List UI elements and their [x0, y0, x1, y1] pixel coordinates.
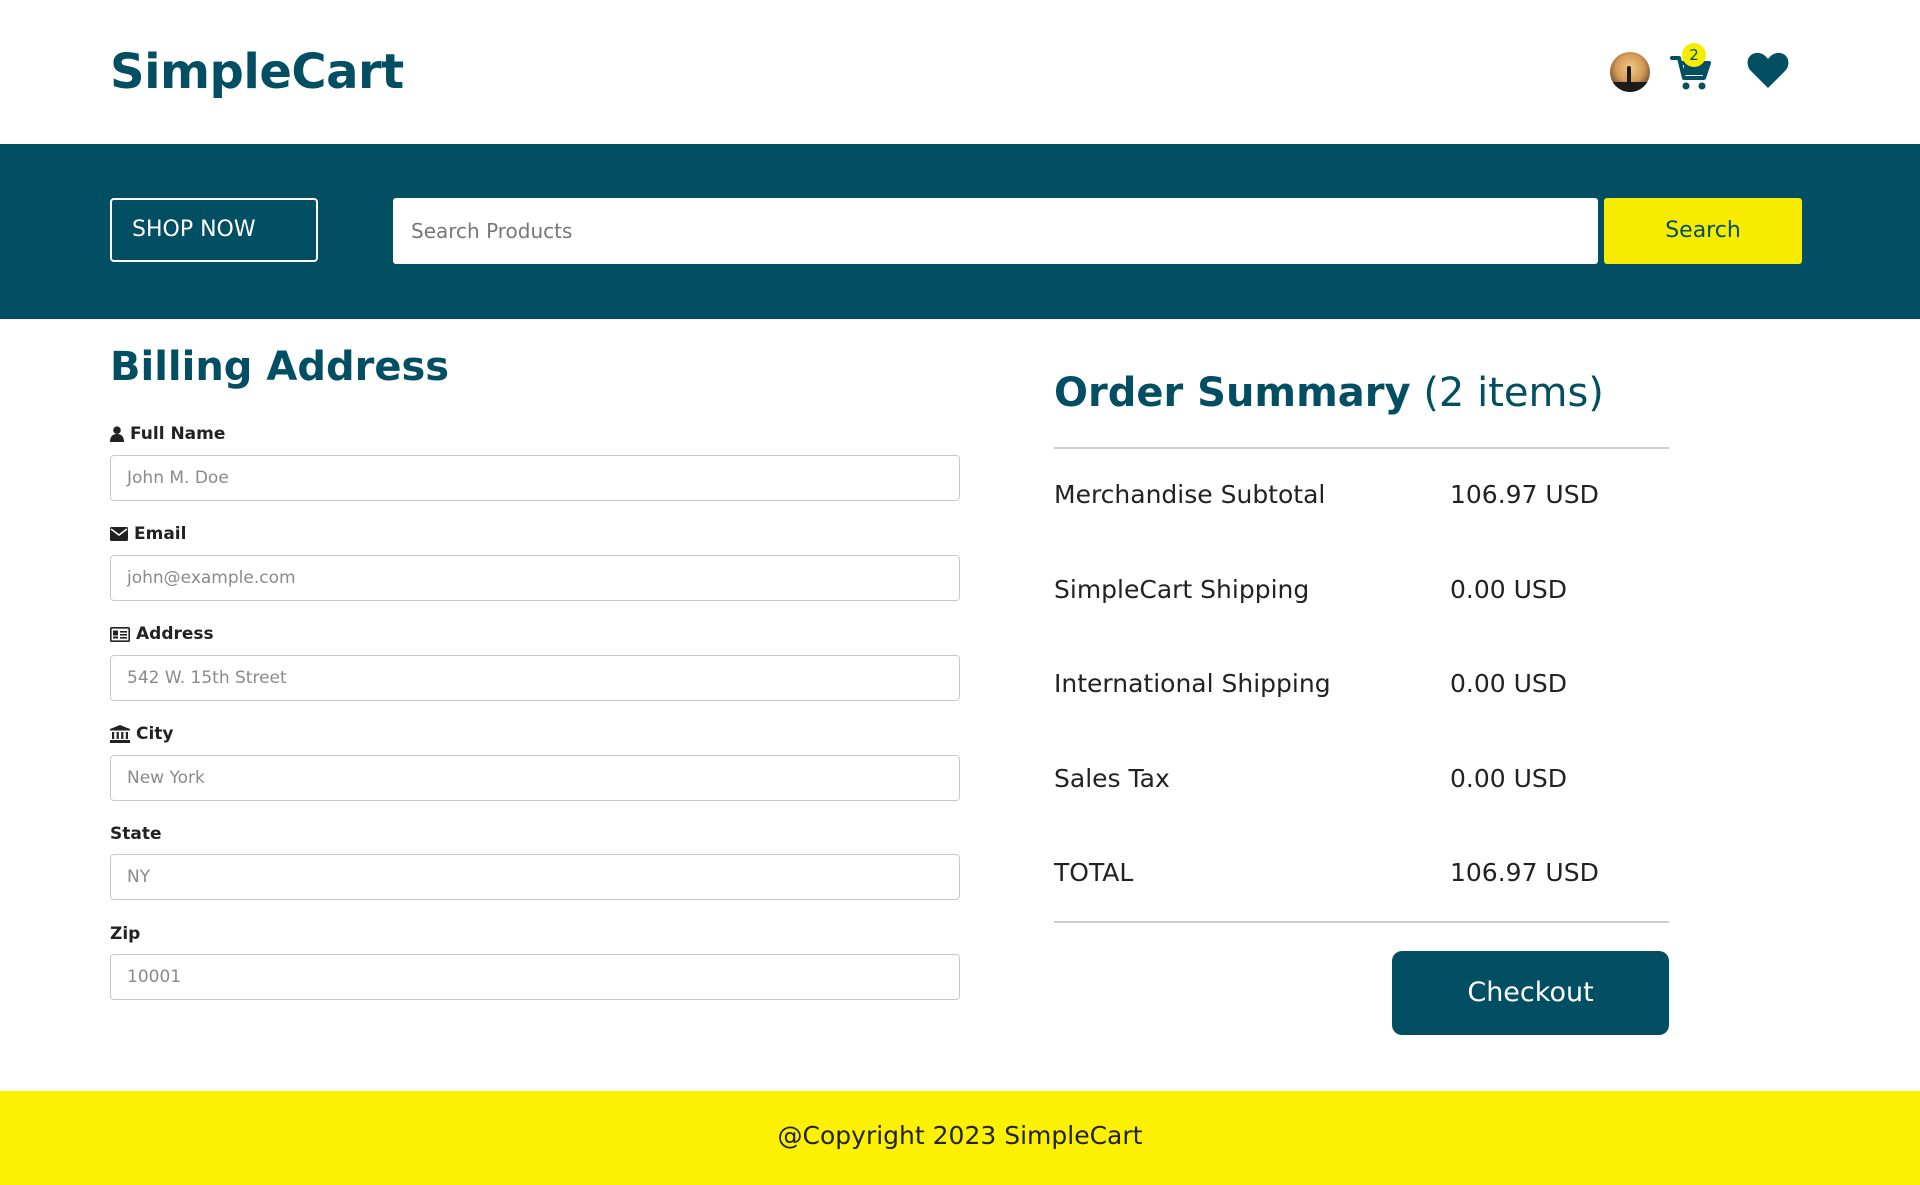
footer-copyright: @Copyright 2023 SimpleCart [777, 1121, 1143, 1150]
address-label: Address [110, 623, 214, 645]
sales-tax-value: 0.00 USD [1450, 764, 1568, 793]
total-label: TOTAL [1054, 858, 1134, 887]
total-value: 106.97 USD [1450, 858, 1599, 887]
sales-tax-label: Sales Tax [1054, 764, 1170, 793]
institution-icon [110, 725, 130, 743]
address-label-text: Address [136, 624, 214, 644]
site-logo[interactable]: SimpleCart [110, 44, 404, 100]
billing-title: Billing Address [110, 344, 450, 390]
simplecart-shipping-label: SimpleCart Shipping [1054, 575, 1310, 604]
checkout-button[interactable]: Checkout [1392, 951, 1669, 1035]
zip-input[interactable]: 10001 [110, 954, 960, 1000]
state-input[interactable]: NY [110, 854, 960, 900]
user-icon [110, 426, 124, 442]
international-shipping-value: 0.00 USD [1450, 669, 1568, 698]
full-name-input[interactable]: John M. Doe [110, 455, 960, 501]
cart-count-badge: 2 [1682, 43, 1706, 67]
summary-divider-top [1054, 447, 1669, 449]
user-avatar[interactable] [1610, 52, 1650, 92]
state-label: State [110, 823, 162, 845]
city-label: City [110, 723, 174, 745]
full-name-label: Full Name [110, 423, 225, 445]
international-shipping-label: International Shipping [1054, 669, 1331, 698]
email-input[interactable]: john@example.com [110, 555, 960, 601]
email-label-text: Email [134, 524, 187, 544]
search-input[interactable]: Search Products [393, 198, 1598, 264]
shop-now-button[interactable]: SHOP NOW [110, 198, 318, 262]
subtotal-value: 106.97 USD [1450, 480, 1599, 509]
city-label-text: City [136, 724, 174, 744]
order-item-count: (2 items) [1423, 370, 1604, 416]
full-name-label-text: Full Name [130, 424, 226, 444]
email-label: Email [110, 523, 186, 545]
state-label-text: State [110, 824, 162, 844]
zip-label-text: Zip [110, 924, 141, 944]
summary-divider-bottom [1054, 921, 1669, 923]
order-summary-heading: Order Summary [1054, 370, 1411, 416]
avatar-figure [1627, 66, 1631, 88]
city-input[interactable]: New York [110, 755, 960, 801]
envelope-icon [110, 527, 128, 541]
simplecart-shipping-value: 0.00 USD [1450, 575, 1568, 604]
address-input[interactable]: 542 W. 15th Street [110, 655, 960, 701]
zip-label: Zip [110, 923, 140, 945]
subtotal-label: Merchandise Subtotal [1054, 480, 1326, 509]
order-summary-title: Order Summary (2 items) [1054, 370, 1604, 416]
search-button[interactable]: Search [1604, 198, 1802, 264]
heart-icon[interactable] [1746, 50, 1790, 90]
address-card-icon [110, 626, 130, 642]
